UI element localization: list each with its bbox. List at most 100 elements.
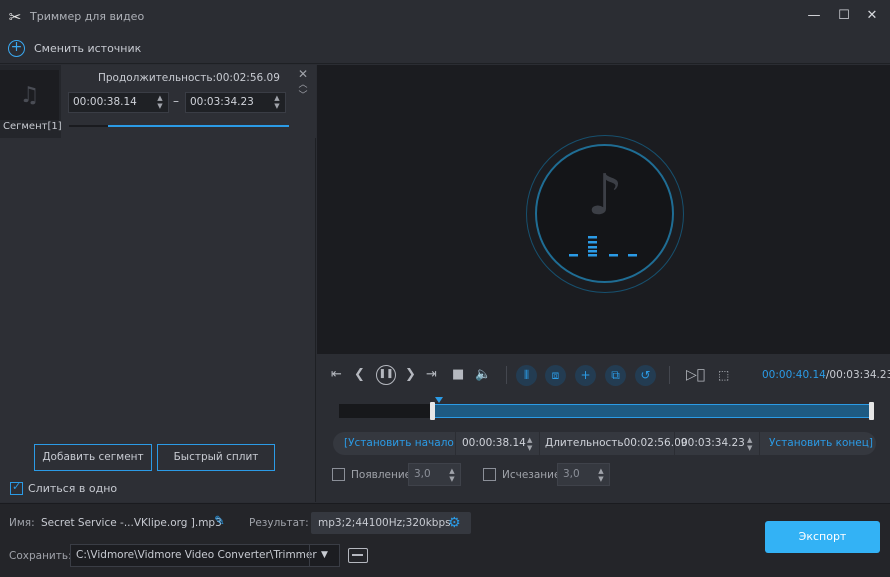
segment-info: Продолжительность:00:02:56.09 00:00:38.1…: [61, 65, 316, 138]
skip-to-start-icon[interactable]: ⇤: [331, 365, 342, 385]
export-button[interactable]: Экспорт: [765, 521, 880, 553]
start-stepper-icon[interactable]: ▲ ▼: [155, 94, 165, 110]
fade-out-option[interactable]: Исчезание: [483, 468, 560, 481]
segment-controls: ✕ ︿ ﹀: [298, 68, 308, 102]
copy-segment-button[interactable]: ⧉: [605, 365, 626, 386]
skip-to-end-icon[interactable]: ⇥: [426, 365, 437, 385]
segment-duration: Продолжительность:00:02:56.09: [98, 72, 280, 84]
move-up-icon[interactable]: ︿: [298, 80, 308, 91]
split-icon: ⫴: [516, 365, 537, 386]
segment-range-bar: [69, 125, 289, 127]
music-thumbnail-icon: ♫: [0, 70, 59, 120]
fade-out-value: 3,0: [563, 468, 580, 480]
stop-icon[interactable]: ■: [452, 365, 464, 385]
preview-segment-icon[interactable]: ⬚: [718, 365, 729, 385]
move-down-icon[interactable]: ﹀: [298, 91, 308, 102]
add-segment-button[interactable]: Добавить сегмент: [34, 444, 152, 471]
set-end-button[interactable]: Установить конец]: [769, 432, 873, 455]
end-stepper-icon[interactable]: ▲ ▼: [272, 94, 282, 110]
equalizer-icon: [569, 236, 637, 257]
save-label: Сохранить:: [9, 550, 72, 562]
snapshot-button[interactable]: ⧈: [545, 365, 566, 386]
change-source-button[interactable]: Сменить источник: [34, 42, 141, 55]
trim-start-field[interactable]: 00:00:38.14: [462, 432, 526, 455]
close-button[interactable]: ✕: [864, 8, 880, 24]
add-marker-button[interactable]: +: [575, 365, 596, 386]
trim-divider: [674, 432, 675, 455]
plus-icon: +: [575, 365, 596, 386]
preview-area: ♪: [317, 65, 890, 354]
minimize-button[interactable]: —: [806, 8, 822, 24]
volume-icon[interactable]: 🔈: [475, 365, 491, 385]
time-readout: 00:00:40.14/00:03:34.23: [762, 369, 890, 381]
output-filename: Secret Service -...VKlipe.org ].mp3: [41, 517, 222, 529]
segment-label: Сегмент[1]: [3, 121, 62, 132]
scissors-icon: ✂: [8, 7, 22, 26]
reset-button[interactable]: ↺: [635, 365, 656, 386]
trim-divider: [455, 432, 456, 455]
range-separator: –: [173, 94, 179, 108]
segment-end-field[interactable]: 00:03:34.23 ▲ ▼: [185, 92, 286, 113]
merge-option[interactable]: Слиться в одно: [10, 480, 118, 495]
previous-frame-icon[interactable]: ❮: [354, 365, 365, 385]
divider: [506, 366, 507, 384]
segment-end-value: 00:03:34.23: [190, 96, 254, 108]
merge-label: Слиться в одно: [28, 482, 118, 495]
title-bar: ✂ Триммер для видео — ☐ ✕: [0, 0, 890, 33]
fade-in-stepper-icon[interactable]: ▲ ▼: [447, 467, 457, 483]
segment-item[interactable]: ♫ Сегмент[1] Продолжительность:00:02:56.…: [0, 65, 316, 138]
timeline-end-handle[interactable]: [869, 402, 874, 420]
trimmer-window: ✂ Триммер для видео — ☐ ✕ + Сменить исто…: [0, 0, 890, 577]
pause-button[interactable]: ❚❚: [376, 365, 396, 385]
copy-icon: ⧉: [605, 365, 626, 386]
reset-icon: ↺: [635, 365, 656, 386]
merge-checkbox[interactable]: [10, 480, 23, 495]
set-start-button[interactable]: [Установить начало: [344, 432, 454, 455]
add-circle-icon[interactable]: +: [8, 39, 25, 57]
audio-disc-inner: ♪: [535, 144, 674, 283]
play-segment-icon[interactable]: ▷⃞: [686, 365, 705, 385]
next-frame-icon[interactable]: ❯: [405, 365, 416, 385]
frame-capture-icon: ⧈: [545, 365, 566, 386]
trim-divider: [759, 432, 760, 455]
quick-split-button[interactable]: Быстрый сплит: [157, 444, 275, 471]
trim-end-stepper-icon[interactable]: ▲ ▼: [747, 436, 752, 452]
fade-out-stepper-icon[interactable]: ▲ ▼: [596, 467, 606, 483]
result-label: Результат:: [249, 517, 309, 529]
timeline-selection: [432, 404, 874, 418]
segment-start-field[interactable]: 00:00:38.14 ▲ ▼: [68, 92, 169, 113]
fade-in-value: 3,0: [414, 468, 431, 480]
fade-in-checkbox[interactable]: [332, 468, 345, 481]
fade-out-field[interactable]: 3,0 ▲ ▼: [557, 463, 610, 486]
playhead-marker[interactable]: [435, 397, 443, 403]
name-label: Имя:: [9, 517, 35, 529]
divider: [669, 366, 670, 384]
audio-visual-disc: ♪: [526, 135, 684, 293]
output-format-box[interactable]: mp3;2;44100Hz;320kbps ⚙: [311, 512, 471, 534]
fade-in-label: Появление: [351, 468, 412, 481]
fade-out-checkbox[interactable]: [483, 468, 496, 481]
pause-icon: ❚❚: [376, 365, 396, 385]
output-format: mp3;2;44100Hz;320kbps: [318, 517, 451, 529]
trim-duration: Длительность00:02:56.09: [545, 437, 688, 449]
delete-segment-icon[interactable]: ✕: [298, 68, 308, 80]
chevron-down-icon[interactable]: ▼: [309, 545, 339, 566]
segment-range-fill: [108, 125, 289, 127]
timeline-start-handle[interactable]: [430, 402, 435, 420]
edit-pencil-icon[interactable]: ✎: [214, 515, 225, 529]
split-button[interactable]: ⫴: [516, 365, 537, 386]
fade-out-label: Исчезание: [502, 468, 561, 481]
fade-in-field[interactable]: 3,0 ▲ ▼: [408, 463, 461, 486]
gear-icon[interactable]: ⚙: [448, 514, 461, 532]
save-path-field[interactable]: C:\Vidmore\Vidmore Video Converter\Trimm…: [70, 544, 340, 567]
trim-start-stepper-icon[interactable]: ▲ ▼: [527, 436, 532, 452]
fade-in-option[interactable]: Появление: [332, 468, 411, 481]
output-bar: Имя: Secret Service -...VKlipe.org ].mp3…: [0, 503, 890, 577]
trim-end-field[interactable]: 00:03:34.23: [681, 432, 745, 455]
timeline-track[interactable]: [339, 402, 874, 420]
segment-start-value: 00:00:38.14: [73, 96, 137, 108]
window-title: Триммер для видео: [30, 10, 145, 23]
maximize-button[interactable]: ☐: [836, 8, 852, 24]
total-time: /00:03:34.23: [825, 369, 890, 381]
open-folder-icon[interactable]: [348, 548, 368, 563]
